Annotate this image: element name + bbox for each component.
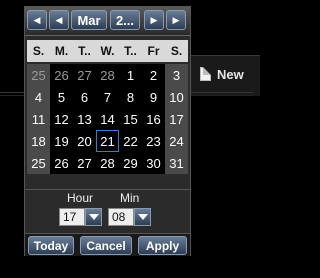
weekday-label: M.	[54, 44, 69, 58]
year-selector[interactable]: 2...	[110, 10, 140, 30]
hour-dropdown-button[interactable]	[85, 208, 102, 226]
next-month-button[interactable]: ▶	[144, 10, 164, 30]
apply-button[interactable]: Apply	[138, 236, 187, 255]
day-cell[interactable]: 3	[165, 64, 188, 86]
day-cell[interactable]: 12	[50, 108, 73, 130]
day-cell[interactable]: 30	[142, 152, 165, 174]
date-picker-popup: ◀ ◀ Mar 2... ▶ ▶ S. M. T.. W. T.. Fr S. …	[24, 6, 191, 256]
hour-value: 17	[63, 210, 77, 224]
day-cell[interactable]: 11	[27, 108, 50, 130]
day-cell[interactable]: 18	[27, 130, 50, 152]
day-cell[interactable]: 26	[50, 152, 73, 174]
chevron-down-icon	[137, 214, 148, 220]
day-cell[interactable]: 23	[142, 130, 165, 152]
day-cell-today[interactable]: 21	[96, 130, 119, 152]
weekday-header-row: S. M. T.. W. T.. Fr S.	[27, 40, 188, 62]
day-grid: 25 26 27 28 1 2 3 4 5 6 7 8 9 10 11 12 13 14 15 16 17 18 19 20 2…	[27, 64, 188, 174]
day-cell[interactable]: 16	[142, 108, 165, 130]
day-cell[interactable]: 1	[119, 64, 142, 86]
day-cell[interactable]: 10	[165, 86, 188, 108]
day-cell[interactable]: 5	[50, 86, 73, 108]
today-button-label: Today	[33, 238, 69, 253]
day-cell[interactable]: 9	[142, 86, 165, 108]
day-cell[interactable]: 19	[50, 130, 73, 152]
cancel-button[interactable]: Cancel	[80, 236, 132, 255]
day-cell[interactable]: 31	[165, 152, 188, 174]
weekday-label: S.	[170, 44, 183, 58]
next-month-icon: ▶	[150, 14, 158, 25]
next-year-button[interactable]: ▶	[166, 10, 186, 30]
time-divider	[25, 189, 190, 190]
day-cell[interactable]: 4	[27, 86, 50, 108]
weekday-label: T..	[124, 44, 137, 58]
month-selector[interactable]: Mar	[71, 10, 107, 30]
day-cell[interactable]: 27	[73, 64, 96, 86]
weekday-label: T..	[78, 44, 91, 58]
day-cell[interactable]: 20	[73, 130, 96, 152]
day-cell[interactable]: 8	[119, 86, 142, 108]
day-cell[interactable]: 6	[73, 86, 96, 108]
day-cell[interactable]: 13	[73, 108, 96, 130]
month-label: Mar	[77, 12, 101, 28]
min-value: 08	[112, 210, 126, 224]
hour-label: Hour	[67, 191, 94, 205]
day-cell[interactable]: 25	[27, 152, 50, 174]
day-cell[interactable]: 27	[73, 152, 96, 174]
next-year-icon: ▶	[172, 14, 180, 25]
day-cell[interactable]: 24	[165, 130, 188, 152]
year-label: 2...	[115, 12, 135, 28]
new-document-icon	[200, 67, 211, 81]
day-cell[interactable]: 28	[96, 152, 119, 174]
day-cell[interactable]: 22	[119, 130, 142, 152]
day-cell[interactable]: 26	[50, 64, 73, 86]
prev-year-button[interactable]: ◀	[27, 10, 47, 30]
prev-year-icon: ◀	[33, 14, 41, 25]
new-button[interactable]: New	[200, 62, 244, 86]
hour-select[interactable]: 17	[59, 208, 85, 226]
apply-button-label: Apply	[145, 238, 180, 253]
weekday-label: S.	[32, 44, 45, 58]
weekday-label: Fr	[147, 44, 160, 58]
day-cell[interactable]: 15	[119, 108, 142, 130]
day-cell[interactable]: 7	[96, 86, 119, 108]
chevron-down-icon	[88, 214, 99, 220]
day-cell[interactable]: 28	[96, 64, 119, 86]
prev-month-button[interactable]: ◀	[49, 10, 69, 30]
day-cell[interactable]: 14	[96, 108, 119, 130]
cancel-button-label: Cancel	[86, 238, 126, 253]
day-cell[interactable]: 25	[27, 64, 50, 86]
weekday-label: W.	[100, 44, 115, 58]
day-cell[interactable]: 17	[165, 108, 188, 130]
new-button-label: New	[217, 66, 244, 82]
calendar-header: ◀ ◀ Mar 2... ▶ ▶	[25, 7, 190, 36]
prev-month-icon: ◀	[55, 14, 63, 25]
min-select[interactable]: 08	[108, 208, 134, 226]
day-cell[interactable]: 2	[142, 64, 165, 86]
min-label: Min	[120, 191, 140, 205]
min-dropdown-button[interactable]	[134, 208, 151, 226]
day-cell[interactable]: 29	[119, 152, 142, 174]
today-button[interactable]: Today	[28, 236, 74, 255]
calendar-footer: Today Cancel Apply	[25, 233, 190, 256]
